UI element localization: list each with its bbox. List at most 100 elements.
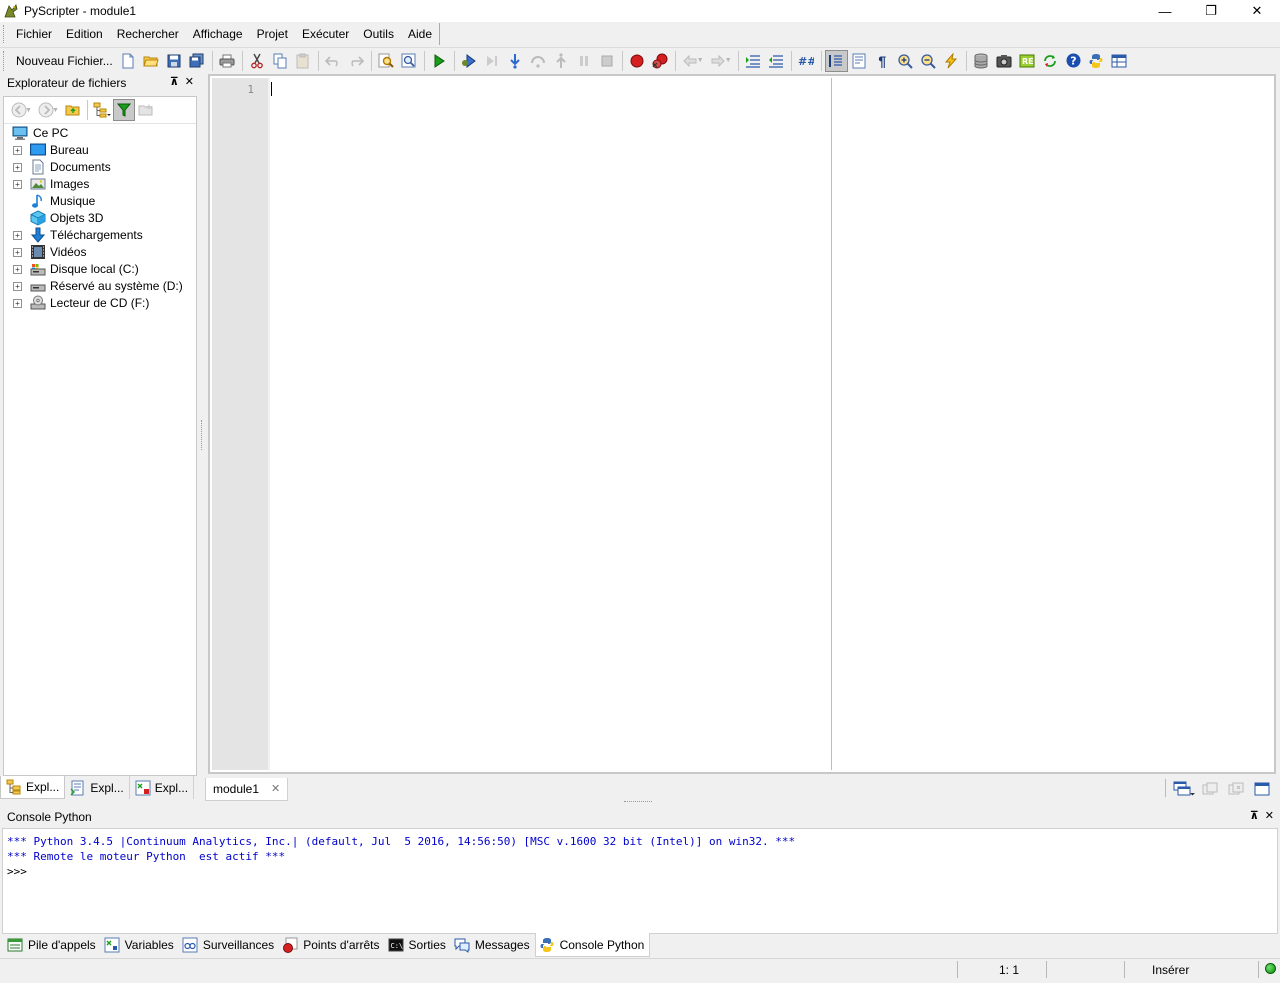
run-button[interactable]	[428, 50, 451, 72]
maximize-editor-button[interactable]	[1250, 779, 1274, 799]
dedent-button[interactable]	[765, 50, 788, 72]
run-to-cursor-button[interactable]	[481, 50, 504, 72]
forward-dropdown-icon[interactable]: ▼	[725, 57, 735, 64]
cut-button[interactable]	[246, 50, 269, 72]
back-dropdown-icon[interactable]: ▼	[697, 57, 707, 64]
expand-icon[interactable]: +	[13, 248, 22, 257]
fe-up-folder-button[interactable]	[62, 99, 84, 121]
menu-affichage[interactable]: Affichage	[186, 24, 250, 44]
comment-button[interactable]: ##	[795, 50, 818, 72]
toggle-breakpoint-button[interactable]	[626, 50, 649, 72]
new-document-button[interactable]	[117, 50, 140, 72]
paste-button[interactable]	[292, 50, 315, 72]
indent-button[interactable]	[742, 50, 765, 72]
menu-executer[interactable]: Exécuter	[295, 24, 356, 44]
tree-item-objets-3d[interactable]: Objets 3D	[4, 210, 196, 227]
tree-item-disque-local-c[interactable]: + Disque local (C:)	[4, 261, 196, 278]
find-button[interactable]	[375, 50, 398, 72]
tree-item-bureau[interactable]: + Bureau	[4, 142, 196, 159]
project-explorer-button[interactable]	[970, 50, 993, 72]
fe-forward-dropdown-icon[interactable]: ▼	[52, 107, 62, 114]
undo-button[interactable]	[322, 50, 345, 72]
regex-tester-button[interactable]: RE	[1016, 50, 1039, 72]
save-all-button[interactable]	[186, 50, 209, 72]
tab-output[interactable]: C:\ Sorties	[385, 934, 451, 956]
menu-edition[interactable]: Edition	[59, 24, 110, 44]
pin-icon[interactable]: ⊼	[170, 75, 179, 88]
refresh-button[interactable]	[1039, 50, 1062, 72]
word-wrap-button[interactable]	[848, 50, 871, 72]
redo-button[interactable]	[345, 50, 368, 72]
clear-breakpoints-button[interactable]	[649, 50, 672, 72]
tab-messages[interactable]: Messages	[451, 934, 535, 956]
screenshot-button[interactable]	[993, 50, 1016, 72]
fe-view-button[interactable]	[91, 99, 113, 121]
tree-item-documents[interactable]: + Documents	[4, 159, 196, 176]
menu-fichier[interactable]: Fichier	[9, 24, 59, 44]
tab-code-explorer[interactable]: Expl...	[65, 776, 130, 799]
menu-grip[interactable]	[3, 25, 6, 43]
tab-module1[interactable]: module1 ✕	[205, 777, 289, 801]
zoom-out-button[interactable]	[917, 50, 940, 72]
step-over-button[interactable]	[527, 50, 550, 72]
tab-project-explorer[interactable]: Expl...	[130, 776, 195, 799]
split-editor-button[interactable]	[1198, 779, 1222, 799]
tree-item-reserve-systeme-d[interactable]: + Réservé au système (D:)	[4, 278, 196, 295]
close-panel-icon[interactable]: ✕	[185, 75, 194, 88]
minimize-button[interactable]: —	[1142, 0, 1188, 22]
menu-outils[interactable]: Outils	[356, 24, 401, 44]
close-tab-icon[interactable]: ✕	[271, 782, 280, 795]
layout-button[interactable]	[1108, 50, 1131, 72]
save-button[interactable]	[163, 50, 186, 72]
horizontal-splitter[interactable]	[624, 801, 652, 805]
fe-favorites-button[interactable]	[135, 99, 157, 121]
expand-icon[interactable]: +	[13, 146, 22, 155]
code-editor[interactable]: 1	[208, 74, 1276, 774]
expand-icon[interactable]: +	[13, 180, 22, 189]
copy-button[interactable]	[269, 50, 292, 72]
tab-breakpoints[interactable]: Points d'arrêts	[279, 934, 384, 956]
zoom-in-button[interactable]	[894, 50, 917, 72]
step-out-button[interactable]	[550, 50, 573, 72]
close-window-button[interactable]: ✕	[1234, 0, 1280, 22]
menu-rechercher[interactable]: Rechercher	[110, 24, 186, 44]
replace-button[interactable]	[398, 50, 421, 72]
pause-button[interactable]	[573, 50, 596, 72]
line-numbers-toggle[interactable]	[824, 49, 848, 72]
expand-icon[interactable]: +	[13, 163, 22, 172]
close-editor-button[interactable]	[1224, 779, 1248, 799]
tab-call-stack[interactable]: Pile d'appels	[4, 934, 101, 956]
print-button[interactable]	[216, 50, 239, 72]
expand-icon[interactable]: +	[13, 231, 22, 240]
tree-item-images[interactable]: + Images	[4, 176, 196, 193]
tree-item-videos[interactable]: + Vidéos	[4, 244, 196, 261]
close-panel-icon[interactable]: ✕	[1265, 809, 1274, 822]
new-file-button[interactable]: Nouveau Fichier...	[12, 50, 117, 72]
menu-projet[interactable]: Projet	[250, 24, 295, 44]
tree-item-musique[interactable]: Musique	[4, 193, 196, 210]
help-button[interactable]: ?	[1062, 50, 1085, 72]
show-special-chars-button[interactable]: ¶	[871, 50, 894, 72]
python-button[interactable]	[1085, 50, 1108, 72]
tab-file-explorer[interactable]: Expl...	[0, 776, 66, 799]
tree-item-ce-pc[interactable]: Ce PC	[4, 125, 196, 142]
fe-filter-button[interactable]	[113, 99, 135, 121]
tab-variables[interactable]: Variables	[101, 934, 179, 956]
syntax-check-button[interactable]	[940, 50, 963, 72]
tab-watches[interactable]: Surveillances	[179, 934, 279, 956]
expand-icon[interactable]: +	[13, 299, 22, 308]
vertical-splitter[interactable]	[201, 420, 205, 450]
console-prompt[interactable]: >>>	[7, 864, 1273, 879]
restore-button[interactable]: ❐	[1188, 0, 1234, 22]
window-list-button[interactable]	[1172, 779, 1196, 799]
stop-button[interactable]	[596, 50, 619, 72]
expand-icon[interactable]: +	[13, 282, 22, 291]
debug-button[interactable]	[458, 50, 481, 72]
expand-icon[interactable]: +	[13, 265, 22, 274]
console-output[interactable]: *** Python 3.4.5 |Continuum Analytics, I…	[2, 828, 1278, 934]
open-file-button[interactable]	[140, 50, 163, 72]
menu-aide[interactable]: Aide	[401, 24, 439, 44]
step-into-button[interactable]	[504, 50, 527, 72]
fe-back-dropdown-icon[interactable]: ▼	[25, 107, 35, 114]
tree-item-lecteur-cd-f[interactable]: + Lecteur de CD (F:)	[4, 295, 196, 312]
